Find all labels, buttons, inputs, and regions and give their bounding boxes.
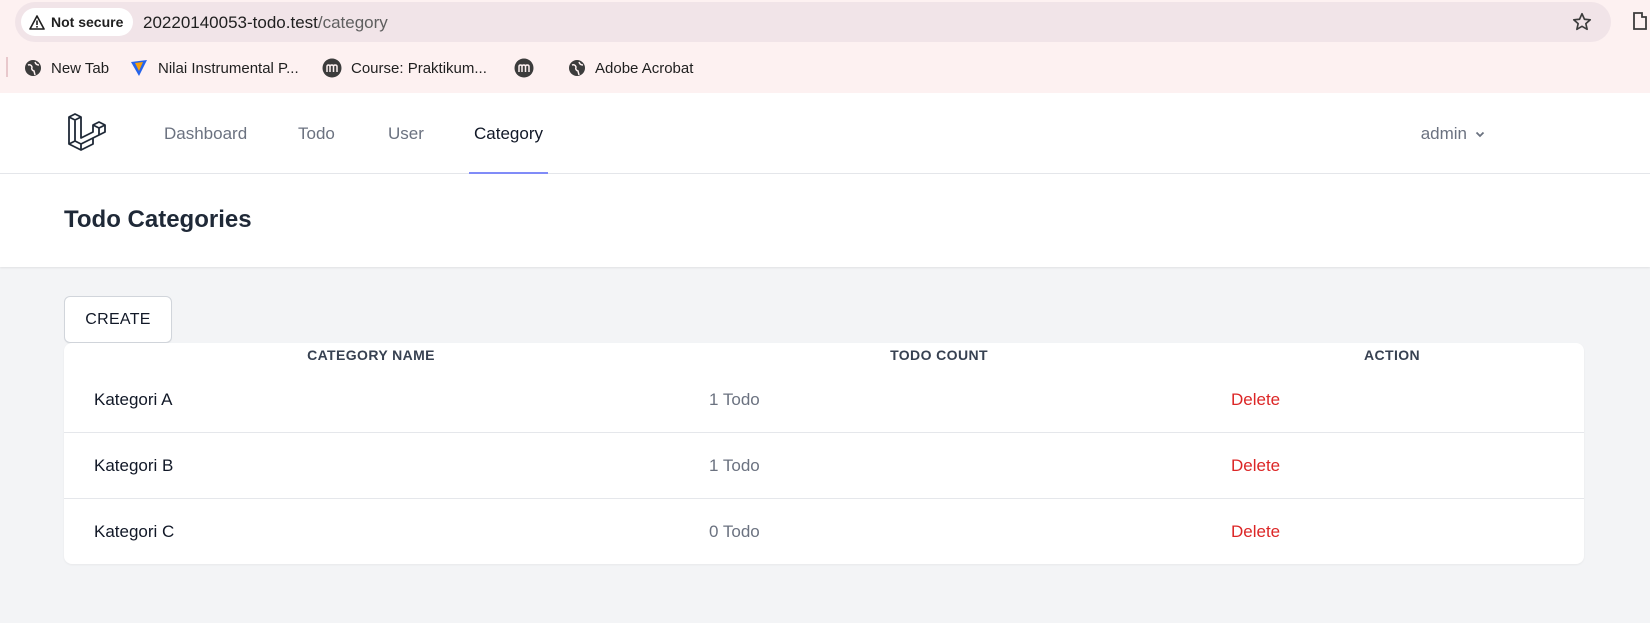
- moodle-icon: [322, 58, 342, 78]
- bookmark-moodle[interactable]: [514, 56, 543, 80]
- bookmark-adobe-acrobat[interactable]: Adobe Acrobat: [568, 56, 693, 80]
- todo-count: 1 Todo: [709, 390, 760, 409]
- create-button[interactable]: CREATE: [64, 296, 172, 343]
- bookmark-new-tab[interactable]: New Tab: [24, 56, 109, 80]
- bookmarks-bar: New Tab Nilai Instrumental P... Course: …: [0, 52, 1650, 82]
- url-path: /category: [317, 13, 388, 32]
- app-navbar: Dashboard Todo User Category admin: [0, 93, 1650, 174]
- warning-icon: [29, 14, 45, 30]
- url-host: 20220140053-todo.test: [143, 13, 318, 32]
- header-action: ACTION: [1363, 347, 1421, 363]
- header-category-name: CATEGORY NAME: [307, 347, 435, 363]
- header-todo-count: TODO COUNT: [890, 347, 988, 363]
- category-name: Kategori B: [94, 456, 174, 475]
- category-name: Kategori A: [94, 390, 173, 409]
- delete-button[interactable]: Delete: [1231, 433, 1280, 499]
- page-title: Todo Categories: [64, 206, 252, 233]
- user-dropdown[interactable]: admin: [1421, 93, 1486, 174]
- table-row: Kategori B 1 Todo Delete: [64, 433, 1584, 499]
- table-row: Kategori C 0 Todo Delete: [64, 499, 1584, 564]
- category-name: Kategori C: [94, 522, 175, 541]
- bookmark-nilai[interactable]: Nilai Instrumental P...: [129, 56, 299, 80]
- categories-table: CATEGORY NAME TODO COUNT ACTION Kategori…: [64, 343, 1584, 564]
- nav-user[interactable]: User: [388, 93, 424, 174]
- moodle-icon: [514, 58, 534, 78]
- nav-todo[interactable]: Todo: [298, 93, 335, 174]
- bookmark-label: Course: Praktikum...: [351, 59, 487, 77]
- chevron-down-icon: [1475, 131, 1485, 137]
- bookmark-label: Nilai Instrumental P...: [158, 59, 299, 77]
- nav-dashboard[interactable]: Dashboard: [164, 93, 247, 174]
- delete-button[interactable]: Delete: [1231, 499, 1280, 564]
- address-bar[interactable]: Not secure 20220140053-todo.test/categor…: [15, 2, 1611, 42]
- nav-category[interactable]: Category: [469, 93, 548, 174]
- bookmark-star-icon[interactable]: [1571, 11, 1593, 33]
- bookmarks-separator: [6, 57, 8, 77]
- laravel-logo-icon[interactable]: [66, 111, 108, 153]
- table-row: Kategori A 1 Todo Delete: [64, 367, 1584, 433]
- table-header: CATEGORY NAME TODO COUNT ACTION: [64, 343, 1584, 369]
- delete-button[interactable]: Delete: [1231, 367, 1280, 433]
- todo-count: 0 Todo: [709, 522, 760, 541]
- app-logo-icon: [131, 60, 147, 76]
- bookmark-label: New Tab: [51, 59, 110, 77]
- user-name: admin: [1420, 123, 1467, 143]
- browser-chrome: Not secure 20220140053-todo.test/categor…: [0, 0, 1650, 93]
- page-header: Todo Categories: [0, 174, 1650, 267]
- url-text[interactable]: 20220140053-todo.test/category: [143, 13, 388, 33]
- bookmark-course[interactable]: Course: Praktikum...: [322, 56, 487, 80]
- security-chip[interactable]: Not secure: [21, 8, 134, 36]
- todo-count: 1 Todo: [709, 456, 760, 475]
- globe-icon: [25, 60, 41, 76]
- globe-icon: [569, 60, 585, 76]
- bookmark-label: Adobe Acrobat: [595, 59, 694, 77]
- security-label: Not secure: [51, 14, 124, 30]
- extensions-icon[interactable]: [1630, 9, 1650, 33]
